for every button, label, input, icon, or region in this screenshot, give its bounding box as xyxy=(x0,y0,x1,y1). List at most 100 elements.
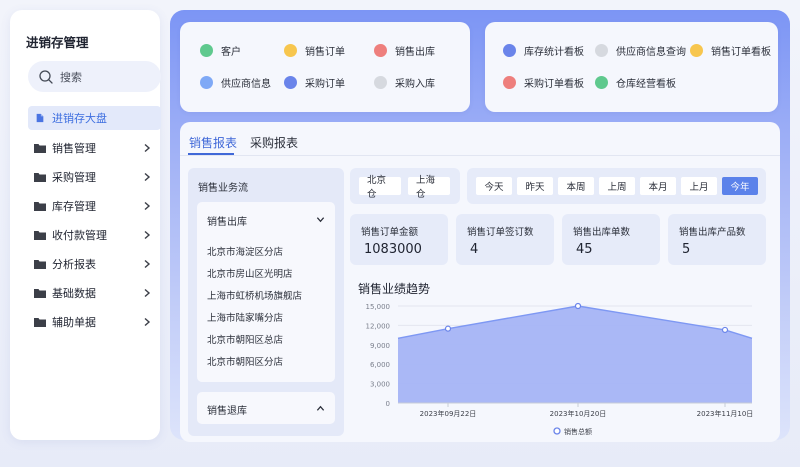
sidebar-item-label: 进销存大盘 xyxy=(52,112,107,125)
quick-entry-sales-order[interactable]: 销售订单 xyxy=(284,42,345,58)
chart-title: 销售业绩趋势 xyxy=(358,282,431,296)
y-tick-label: 3,000 xyxy=(370,381,390,389)
dot-icon xyxy=(503,43,516,57)
store-item[interactable]: 上海市陆家嘴分店 xyxy=(207,310,283,324)
store-item[interactable]: 北京市房山区光明店 xyxy=(207,266,293,280)
app-title: 进销存管理 xyxy=(26,35,89,50)
dot-icon xyxy=(284,43,297,57)
quick-entry-label: 采购订单 xyxy=(305,78,345,90)
stat-value: 45 xyxy=(576,242,593,257)
period-filter: 今天 昨天 本周 上周 本月 上月 今年 xyxy=(467,168,766,204)
folder-icon xyxy=(34,260,46,269)
stat-sales-amount: 销售订单金额 1083000 xyxy=(350,214,448,265)
store-item[interactable]: 北京市朝阳区总店 xyxy=(207,332,283,346)
dot-icon xyxy=(690,43,703,57)
quick-entry-label: 采购入库 xyxy=(395,78,435,90)
chevron-right-icon xyxy=(144,317,151,327)
quick-entry-sales-outbound[interactable]: 销售出库 xyxy=(374,42,435,58)
search-input[interactable]: 搜索 xyxy=(28,61,161,92)
dot-icon xyxy=(284,75,297,89)
folder-icon xyxy=(34,202,46,211)
x-tick-label: 2023年09月22日 xyxy=(420,409,477,418)
store-item[interactable]: 上海市虹桥机场旗舰店 xyxy=(207,288,302,302)
sidebar-item-inventory[interactable]: 库存管理 xyxy=(34,196,154,216)
stat-sales-orders: 销售订单签订数 4 xyxy=(456,214,554,265)
sidebar-item-label: 收付款管理 xyxy=(52,229,107,242)
stat-label: 销售出库单数 xyxy=(573,227,631,238)
sidebar-item-sales[interactable]: 销售管理 xyxy=(34,138,154,158)
warehouse-beijing[interactable]: 北京仓 xyxy=(359,175,401,200)
file-icon xyxy=(36,113,44,123)
dashboard-label: 采购订单看板 xyxy=(524,78,584,90)
quick-entry-customer[interactable]: 客户 xyxy=(200,42,241,58)
sidebar-item-label: 库存管理 xyxy=(52,200,96,213)
data-point xyxy=(574,302,582,310)
tab-sales-report[interactable]: 销售报表 xyxy=(189,134,237,151)
quick-entry-label: 销售订单 xyxy=(305,46,345,58)
period-last-month[interactable]: 上月 xyxy=(681,177,717,195)
store-item[interactable]: 北京市海淀区分店 xyxy=(207,244,283,258)
period-yesterday[interactable]: 昨天 xyxy=(517,177,553,195)
folder-icon xyxy=(34,173,46,182)
folder-icon xyxy=(34,318,46,327)
chevron-right-icon xyxy=(144,172,151,182)
stat-outbound-orders: 销售出库单数 45 xyxy=(562,214,660,265)
dashboard-label: 仓库经营看板 xyxy=(616,78,676,90)
returns-title: 销售退库 xyxy=(207,406,247,417)
period-last-week[interactable]: 上周 xyxy=(599,177,635,195)
y-tick-label: 9,000 xyxy=(370,342,390,350)
dashboard-label: 销售订单看板 xyxy=(711,46,771,58)
dot-icon xyxy=(374,43,387,57)
sidebar: 进销存管理 搜索 进销存大盘 销售管理 采购管理 库存管理 收付款管理 分析报表… xyxy=(10,10,161,440)
sidebar-item-payments[interactable]: 收付款管理 xyxy=(34,225,154,245)
returns-section[interactable]: 销售退库 xyxy=(197,392,335,424)
tab-active-indicator xyxy=(188,153,234,155)
period-this-month[interactable]: 本月 xyxy=(640,177,676,195)
sidebar-item-label: 辅助单据 xyxy=(52,316,96,329)
quick-entry-purchase-inbound[interactable]: 采购入库 xyxy=(374,74,435,90)
sidebar-item-label: 采购管理 xyxy=(52,171,96,184)
sales-flow-panel: 销售业务流 销售出库 北京市海淀区分店 北京市房山区光明店 上海市虹桥机场旗舰店… xyxy=(188,168,344,436)
period-today[interactable]: 今天 xyxy=(476,177,512,195)
search-icon xyxy=(39,69,53,84)
dot-icon xyxy=(200,43,213,57)
folder-icon xyxy=(34,289,46,298)
dashboard-purchase-order[interactable]: 采购订单看板 xyxy=(503,74,584,90)
dashboard-supplier-query[interactable]: 供应商信息查询 xyxy=(595,42,686,58)
chevron-down-icon[interactable] xyxy=(316,215,325,224)
data-point xyxy=(444,325,452,332)
folder-icon xyxy=(34,144,46,153)
sidebar-item-dashboard[interactable]: 进销存大盘 xyxy=(28,106,161,130)
period-this-week[interactable]: 本周 xyxy=(558,177,594,195)
x-tick-label: 2023年10月20日 xyxy=(550,409,607,418)
outbound-title[interactable]: 销售出库 xyxy=(207,213,247,228)
quick-entry-label: 供应商信息 xyxy=(221,78,271,90)
outbound-section: 销售出库 北京市海淀区分店 北京市房山区光明店 上海市虹桥机场旗舰店 上海市陆家… xyxy=(197,202,335,382)
warehouse-filter: 北京仓 上海仓 xyxy=(350,168,460,204)
dashboard-label: 库存统计看板 xyxy=(524,46,584,58)
sidebar-item-basic-data[interactable]: 基础数据 xyxy=(34,283,154,303)
x-tick-label: 2023年11月10日 xyxy=(697,409,754,418)
chevron-right-icon xyxy=(144,259,151,269)
chevron-right-icon xyxy=(144,230,151,240)
dashboard-sales-order[interactable]: 销售订单看板 xyxy=(690,42,771,58)
stat-outbound-products: 销售出库产品数 5 xyxy=(668,214,766,265)
quick-entry-supplier[interactable]: 供应商信息 xyxy=(200,74,271,90)
warehouse-shanghai[interactable]: 上海仓 xyxy=(408,175,450,200)
dashboard-inventory[interactable]: 库存统计看板 xyxy=(503,42,584,58)
stat-value: 5 xyxy=(682,242,691,257)
store-item[interactable]: 北京市朝阳区分店 xyxy=(207,354,283,368)
sidebar-item-reports[interactable]: 分析报表 xyxy=(34,254,154,274)
period-this-year[interactable]: 今年 xyxy=(722,177,758,195)
dashboard-warehouse[interactable]: 仓库经营看板 xyxy=(595,74,676,90)
tab-purchase-report[interactable]: 采购报表 xyxy=(250,134,298,151)
sidebar-item-purchase[interactable]: 采购管理 xyxy=(34,167,154,187)
quick-entry-card: 客户 销售订单 销售出库 供应商信息 采购订单 采购入库 xyxy=(180,22,470,112)
chevron-up-icon xyxy=(316,405,325,411)
quick-entry-purchase-order[interactable]: 采购订单 xyxy=(284,74,345,90)
sales-trend-chart[interactable]: 0 3,000 6,000 9,000 12,000 15,000 2023年09月22日 2… xyxy=(350,298,770,438)
sidebar-item-aux-docs[interactable]: 辅助单据 xyxy=(34,312,154,332)
folder-icon xyxy=(34,231,46,240)
dashboard-label: 供应商信息查询 xyxy=(616,46,686,58)
tab-divider xyxy=(180,155,780,156)
